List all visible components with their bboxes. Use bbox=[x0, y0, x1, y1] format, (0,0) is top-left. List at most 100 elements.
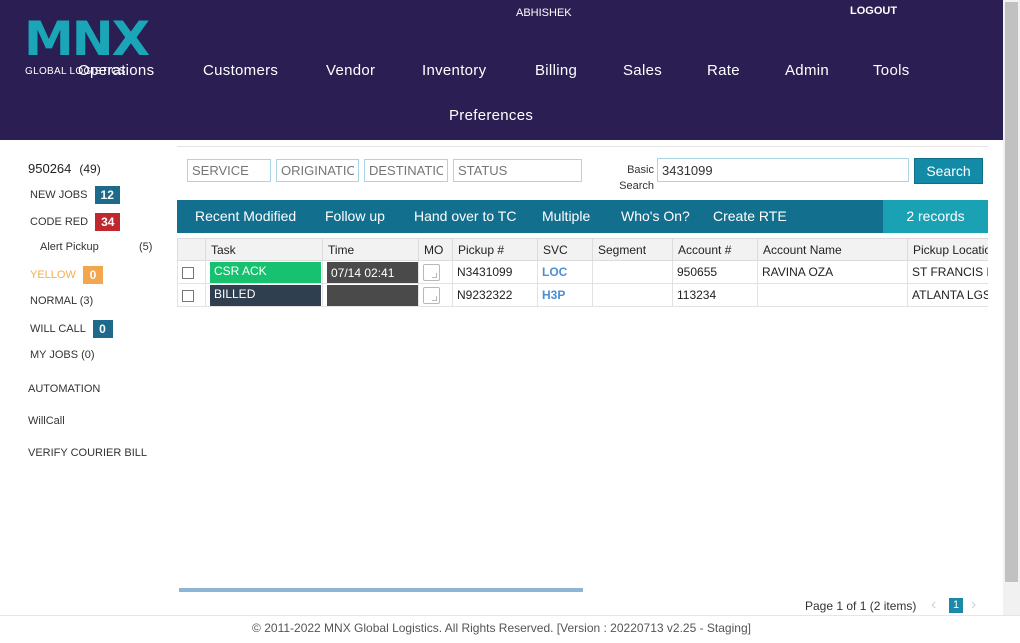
record-count: 2 records bbox=[883, 200, 988, 233]
row-checkbox[interactable] bbox=[182, 289, 194, 302]
chevron-right-icon[interactable]: › bbox=[971, 596, 976, 614]
table-row[interactable]: CSR ACK 07/14 02:41 N3431099 LOC 950655 … bbox=[177, 260, 988, 284]
logout-link[interactable]: LOGOUT bbox=[850, 5, 897, 17]
task-status-pill[interactable]: BILLED bbox=[210, 284, 321, 306]
sidebar-link-automation[interactable]: AUTOMATION bbox=[28, 383, 100, 395]
column-header-mo[interactable]: MO bbox=[418, 238, 453, 261]
yellow-badge: 0 bbox=[82, 266, 103, 284]
vertical-scrollbar[interactable] bbox=[1003, 0, 1020, 615]
nav-admin[interactable]: Admin bbox=[785, 62, 829, 79]
mo-cell bbox=[418, 283, 453, 307]
time-pill bbox=[327, 284, 418, 306]
sidebar: 950264 (49) NEW JOBS 12 CODE RED 34 Alert… bbox=[0, 140, 170, 610]
pickup-location-cell: ATLANTA LGS bbox=[907, 283, 988, 307]
jobs-grid: Task Time MO Pickup # SVC Segment Accoun… bbox=[177, 238, 988, 308]
service-filter[interactable] bbox=[187, 159, 271, 182]
footer-copyright: © 2011-2022 MNX Global Logistics. All Ri… bbox=[252, 621, 751, 635]
tab-hand-over-to-tc[interactable]: Hand over to TC bbox=[414, 208, 516, 224]
task-status-pill[interactable]: CSR ACK bbox=[210, 261, 321, 283]
column-header-task[interactable]: Task bbox=[205, 238, 323, 261]
sidebar-item-label: YELLOW bbox=[30, 268, 76, 281]
horizontal-scrollbar[interactable] bbox=[179, 588, 583, 592]
pager-summary: Page 1 of 1 (2 items) bbox=[805, 599, 917, 613]
footer-divider bbox=[0, 615, 1020, 616]
time-cell: 07/14 02:41 bbox=[322, 260, 419, 284]
alert-pickup-count: (5) bbox=[139, 241, 153, 253]
nav-vendor[interactable]: Vendor bbox=[326, 62, 375, 79]
segment-cell bbox=[592, 260, 673, 284]
row-select-cell bbox=[177, 260, 206, 284]
sidebar-account[interactable]: 950264 (49) bbox=[28, 161, 101, 176]
sidebar-item-yellow[interactable]: YELLOW 0 bbox=[30, 266, 103, 284]
nav-inventory[interactable]: Inventory bbox=[422, 62, 486, 79]
nav-rate[interactable]: Rate bbox=[707, 62, 740, 79]
time-cell bbox=[322, 283, 419, 307]
account-cell: 113234 bbox=[672, 283, 758, 307]
sidebar-item-label: CODE RED bbox=[30, 215, 89, 228]
action-tab-bar: Recent Modified Follow up Hand over to T… bbox=[177, 200, 988, 233]
nav-tools[interactable]: Tools bbox=[873, 62, 910, 79]
table-row[interactable]: BILLED N9232322 H3P 113234 ATLANTA LGS bbox=[177, 283, 988, 307]
search-input[interactable] bbox=[657, 158, 909, 182]
sidebar-item-will-call[interactable]: WILL CALL 0 bbox=[30, 320, 113, 338]
column-header-pickup-location[interactable]: Pickup Location bbox=[907, 238, 988, 261]
pickup-cell: N9232322 bbox=[452, 283, 538, 307]
sidebar-link-willcall[interactable]: WillCall bbox=[28, 415, 65, 427]
search-button[interactable]: Search bbox=[914, 158, 983, 184]
tab-recent-modified[interactable]: Recent Modified bbox=[195, 208, 296, 224]
sidebar-item-new-jobs[interactable]: NEW JOBS 12 bbox=[30, 186, 120, 204]
document-icon[interactable] bbox=[423, 286, 440, 304]
account-cell: 950655 bbox=[672, 260, 758, 284]
column-header-pickup[interactable]: Pickup # bbox=[452, 238, 538, 261]
nav-sales[interactable]: Sales bbox=[623, 62, 662, 79]
tab-follow-up[interactable]: Follow up bbox=[325, 208, 385, 224]
tab-create-rte[interactable]: Create RTE bbox=[713, 208, 787, 224]
document-icon[interactable] bbox=[423, 263, 440, 281]
sidebar-item-code-red[interactable]: CODE RED 34 bbox=[30, 213, 121, 231]
pickup-cell: N3431099 bbox=[452, 260, 538, 284]
column-header-svc[interactable]: SVC bbox=[537, 238, 593, 261]
sidebar-item-alert-pickup[interactable]: Alert Pickup (5) bbox=[40, 241, 152, 253]
task-cell: BILLED bbox=[205, 283, 323, 307]
column-header-account-name[interactable]: Account Name bbox=[757, 238, 908, 261]
tab-whos-on[interactable]: Who's On? bbox=[621, 208, 690, 224]
nav-customers[interactable]: Customers bbox=[203, 62, 278, 79]
sidebar-item-my-jobs[interactable]: MY JOBS (0) bbox=[30, 349, 95, 361]
sidebar-item-label: MY JOBS (0) bbox=[30, 349, 95, 361]
time-pill: 07/14 02:41 bbox=[327, 261, 418, 283]
sidebar-item-label: WILL CALL bbox=[30, 322, 86, 335]
page-number-button[interactable]: 1 bbox=[949, 598, 963, 613]
account-name-cell bbox=[757, 283, 908, 307]
sidebar-item-label: NORMAL (3) bbox=[30, 295, 94, 307]
nav-preferences[interactable]: Preferences bbox=[449, 107, 533, 124]
sidebar-account-count: (49) bbox=[79, 162, 101, 176]
destination-filter[interactable] bbox=[364, 159, 448, 182]
row-checkbox[interactable] bbox=[182, 266, 194, 279]
sidebar-item-normal[interactable]: NORMAL (3) bbox=[30, 295, 93, 307]
svc-cell: H3P bbox=[537, 283, 593, 307]
row-select-cell bbox=[177, 283, 206, 307]
svc-link[interactable]: H3P bbox=[542, 288, 565, 302]
column-header-segment[interactable]: Segment bbox=[592, 238, 673, 261]
sidebar-account-id: 950264 bbox=[28, 161, 72, 176]
will-call-badge: 0 bbox=[92, 320, 113, 338]
table-header-row: Task Time MO Pickup # SVC Segment Accoun… bbox=[177, 238, 988, 261]
sidebar-link-verify-courier-bill[interactable]: VERIFY COURIER BILL bbox=[28, 447, 147, 459]
chevron-left-icon[interactable]: ‹ bbox=[931, 596, 936, 614]
origination-filter[interactable] bbox=[276, 159, 359, 182]
select-column-header bbox=[177, 238, 206, 261]
nav-billing[interactable]: Billing bbox=[535, 62, 577, 79]
new-jobs-badge: 12 bbox=[94, 186, 120, 204]
scrollbar-thumb[interactable] bbox=[1005, 2, 1018, 582]
tab-multiple[interactable]: Multiple bbox=[542, 208, 590, 224]
status-filter[interactable] bbox=[453, 159, 582, 182]
svc-link[interactable]: LOC bbox=[542, 265, 567, 279]
nav-operations[interactable]: Operations bbox=[78, 62, 154, 79]
svc-cell: LOC bbox=[537, 260, 593, 284]
task-cell: CSR ACK bbox=[205, 260, 323, 284]
basic-search-label: Basic Search bbox=[619, 164, 654, 192]
column-header-time[interactable]: Time bbox=[322, 238, 419, 261]
divider bbox=[177, 146, 988, 147]
top-header: MNX GLOBAL LOGISTICS ABHISHEK LOGOUT Ope… bbox=[0, 0, 1003, 140]
column-header-account[interactable]: Account # bbox=[672, 238, 758, 261]
